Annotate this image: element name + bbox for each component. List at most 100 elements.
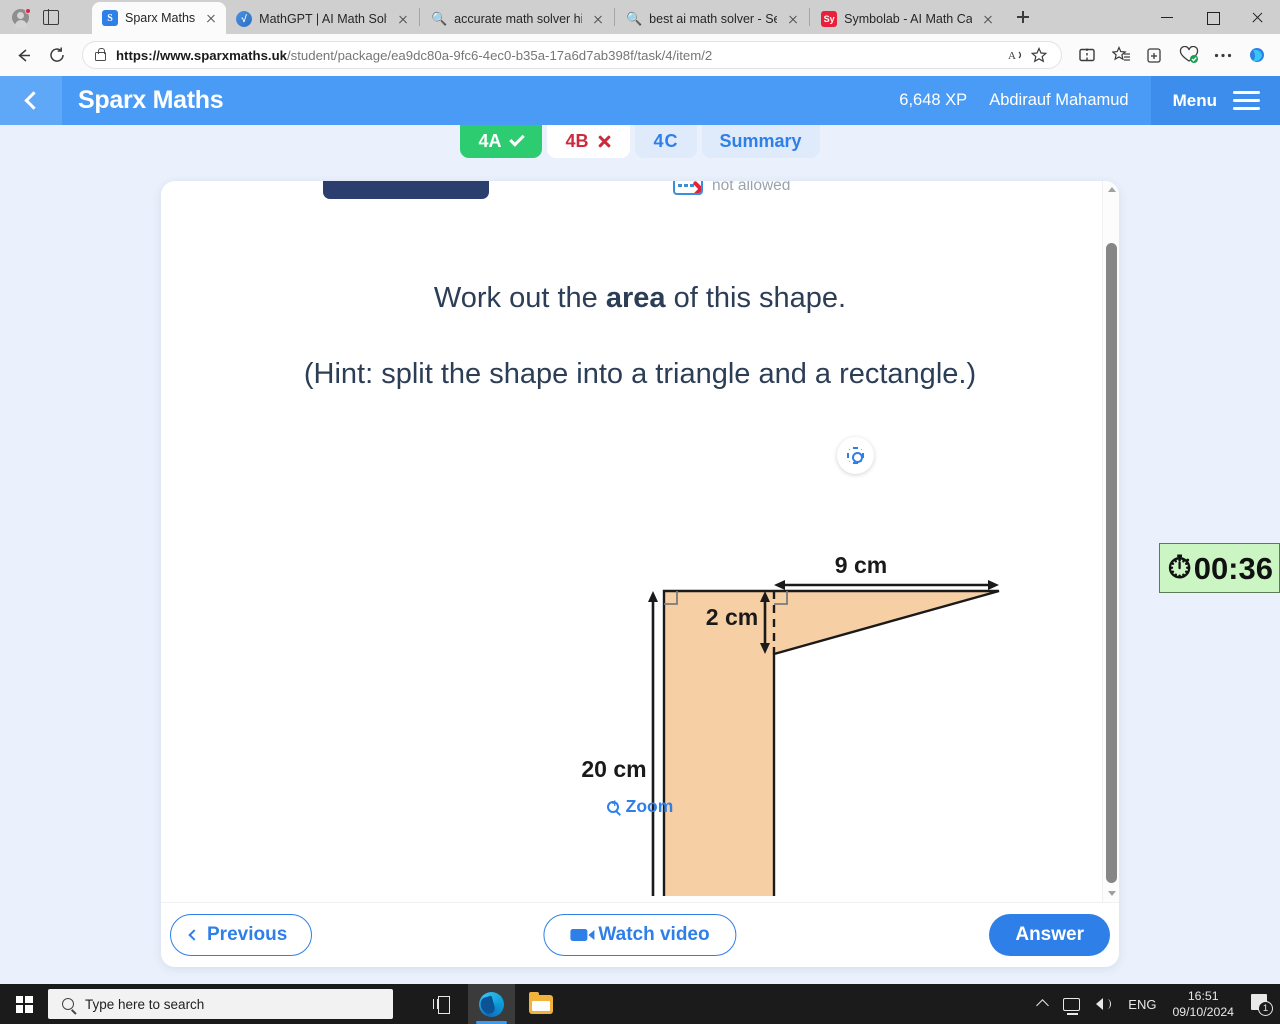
chevron-left-icon — [24, 91, 43, 110]
dimension-label-20cm: 20 cm — [581, 756, 647, 782]
zoom-button[interactable]: Zoom — [161, 796, 1119, 817]
profile-notification-dot — [25, 7, 31, 14]
taskbar-explorer-button[interactable] — [517, 984, 564, 1024]
maximize-button[interactable] — [1190, 0, 1235, 34]
question-text-line-1: Work out the area of this shape. — [161, 282, 1119, 315]
question-emphasis: area — [605, 282, 666, 314]
favorite-star-icon[interactable] — [1027, 43, 1051, 67]
minimize-button[interactable] — [1145, 0, 1190, 34]
taskbar-edge-button[interactable] — [468, 984, 515, 1024]
hamburger-icon — [1233, 90, 1260, 111]
copilot-icon[interactable] — [1242, 40, 1272, 70]
volume-icon[interactable] — [1096, 997, 1112, 1011]
window-close-button[interactable] — [1235, 0, 1280, 34]
sparx-s-icon: S — [102, 10, 118, 26]
refresh-icon[interactable] — [42, 40, 72, 70]
scrollbar-thumb[interactable] — [1106, 243, 1117, 883]
browser-tab-title: Sparx Maths — [125, 11, 196, 25]
url-text: https://www.sparxmaths.uk/student/packag… — [116, 47, 713, 63]
timer-overlay: ⏱ 00:36 — [1158, 543, 1280, 593]
search-icon: 🔍 — [626, 11, 643, 26]
back-icon[interactable] — [8, 40, 38, 70]
address-bar[interactable]: https://www.sparxmaths.uk/student/packag… — [82, 41, 1062, 69]
browser-essentials-icon[interactable] — [1174, 40, 1204, 70]
browser-toolbar: https://www.sparxmaths.uk/student/packag… — [0, 34, 1280, 76]
profile-avatar-icon[interactable] — [12, 7, 31, 28]
tab-4a-label: 4A — [478, 131, 502, 151]
dimension-arrow-9cm — [774, 580, 999, 590]
tabstrip-left-controls — [0, 0, 92, 34]
compound-shape-outline — [662, 589, 1000, 902]
search-icon: 🔍 — [431, 11, 448, 26]
tab-divider — [809, 8, 811, 26]
collections-icon[interactable] — [1140, 40, 1170, 70]
settings-more-icon[interactable] — [1208, 40, 1238, 70]
sparx-back-button[interactable] — [0, 76, 62, 125]
task-view-icon — [432, 996, 453, 1014]
tab-4b[interactable]: 4B — [547, 125, 631, 158]
notifications-button[interactable]: 1 — [1250, 993, 1273, 1016]
question-card: not allowed Work out the area of this sh… — [161, 181, 1119, 967]
close-icon[interactable] — [589, 10, 607, 28]
browser-tab-title: best ai math solver - Sear — [649, 12, 778, 26]
task-view-button[interactable] — [419, 984, 466, 1024]
answer-button[interactable]: Answer — [989, 914, 1110, 956]
cross-icon — [597, 134, 612, 149]
symbolab-sy-icon: Sy — [821, 11, 838, 27]
browser-tab-title: MathGPT | AI Math Solver — [259, 12, 387, 26]
favorites-icon[interactable] — [1106, 40, 1136, 70]
browser-tab-3[interactable]: 🔍 best ai math solver - Sear — [616, 4, 808, 34]
start-button[interactable] — [0, 984, 48, 1024]
tab-summary[interactable]: Summary — [701, 125, 820, 158]
question-footer: Previous Watch video Answer — [161, 902, 1119, 967]
window-controls — [1145, 0, 1280, 34]
question-scrollbar[interactable] — [1102, 181, 1119, 902]
user-name: Abdirauf Mahamud — [989, 91, 1129, 109]
browser-tab-4[interactable]: Sy Symbolab - AI Math Calc — [811, 4, 1003, 34]
watch-video-label: Watch video — [598, 924, 710, 945]
browser-tab-0[interactable]: S Sparx Maths — [92, 2, 227, 34]
clock-date: 09/10/2024 — [1172, 1005, 1234, 1019]
calculator-icon — [673, 181, 703, 195]
windows-taskbar: Type here to search ENG 16:51 09/10/2024… — [0, 984, 1280, 1024]
question-hint: (Hint: split the shape into a triangle a… — [303, 358, 977, 390]
watch-video-button[interactable]: Watch video — [543, 914, 737, 956]
scroll-down-icon[interactable] — [1103, 885, 1119, 902]
close-icon[interactable] — [202, 9, 220, 27]
show-hidden-icons-icon[interactable] — [1036, 999, 1050, 1012]
stopwatch-icon: ⏱ — [1167, 549, 1192, 586]
previous-button[interactable]: Previous — [170, 914, 313, 956]
xp-counter: 6,648 XP — [899, 91, 968, 109]
split-screen-icon[interactable] — [1072, 40, 1102, 70]
scan-shape-button[interactable] — [837, 437, 874, 474]
calculator-note: not allowed — [712, 181, 791, 194]
sparx-app-region: Sparx Maths 6,648 XP Abdirauf Mahamud Me… — [0, 76, 1280, 984]
tab-actions-icon[interactable] — [43, 8, 59, 26]
read-aloud-icon[interactable]: A — [1005, 44, 1027, 66]
dimension-arrow-20cm — [648, 591, 658, 902]
tab-4c-label: 4C — [653, 131, 679, 151]
taskbar-search-input[interactable]: Type here to search — [48, 989, 393, 1019]
network-icon[interactable] — [1063, 997, 1081, 1015]
svg-text:A: A — [1008, 50, 1016, 62]
menu-button[interactable]: Menu — [1150, 76, 1280, 125]
close-icon[interactable] — [979, 10, 997, 28]
taskbar-apps — [419, 984, 564, 1024]
close-icon[interactable] — [784, 10, 802, 28]
clock[interactable]: 16:51 09/10/2024 — [1172, 988, 1234, 1021]
tab-4c[interactable]: 4C — [635, 125, 697, 158]
new-tab-button[interactable] — [1009, 3, 1037, 31]
browser-tab-title: Symbolab - AI Math Calc — [844, 12, 973, 26]
close-icon[interactable] — [394, 10, 412, 28]
language-indicator[interactable]: ENG — [1128, 997, 1156, 1012]
browser-tab-1[interactable]: √ MathGPT | AI Math Solver — [226, 4, 418, 34]
question-number-button[interactable] — [323, 181, 489, 199]
system-tray: ENG 16:51 09/10/2024 1 — [1036, 988, 1280, 1021]
tab-4a[interactable]: 4A — [460, 125, 543, 158]
scroll-up-icon[interactable] — [1103, 181, 1119, 198]
shape-figure: 9 cm 2 cm 20 cm 4 cm Not to scale — [161, 426, 1119, 902]
chevron-left-icon — [188, 929, 200, 941]
taskbar-search-placeholder: Type here to search — [85, 996, 205, 1012]
scan-shape-icon — [847, 447, 864, 464]
browser-tab-2[interactable]: 🔍 accurate math solver hio — [421, 4, 613, 34]
